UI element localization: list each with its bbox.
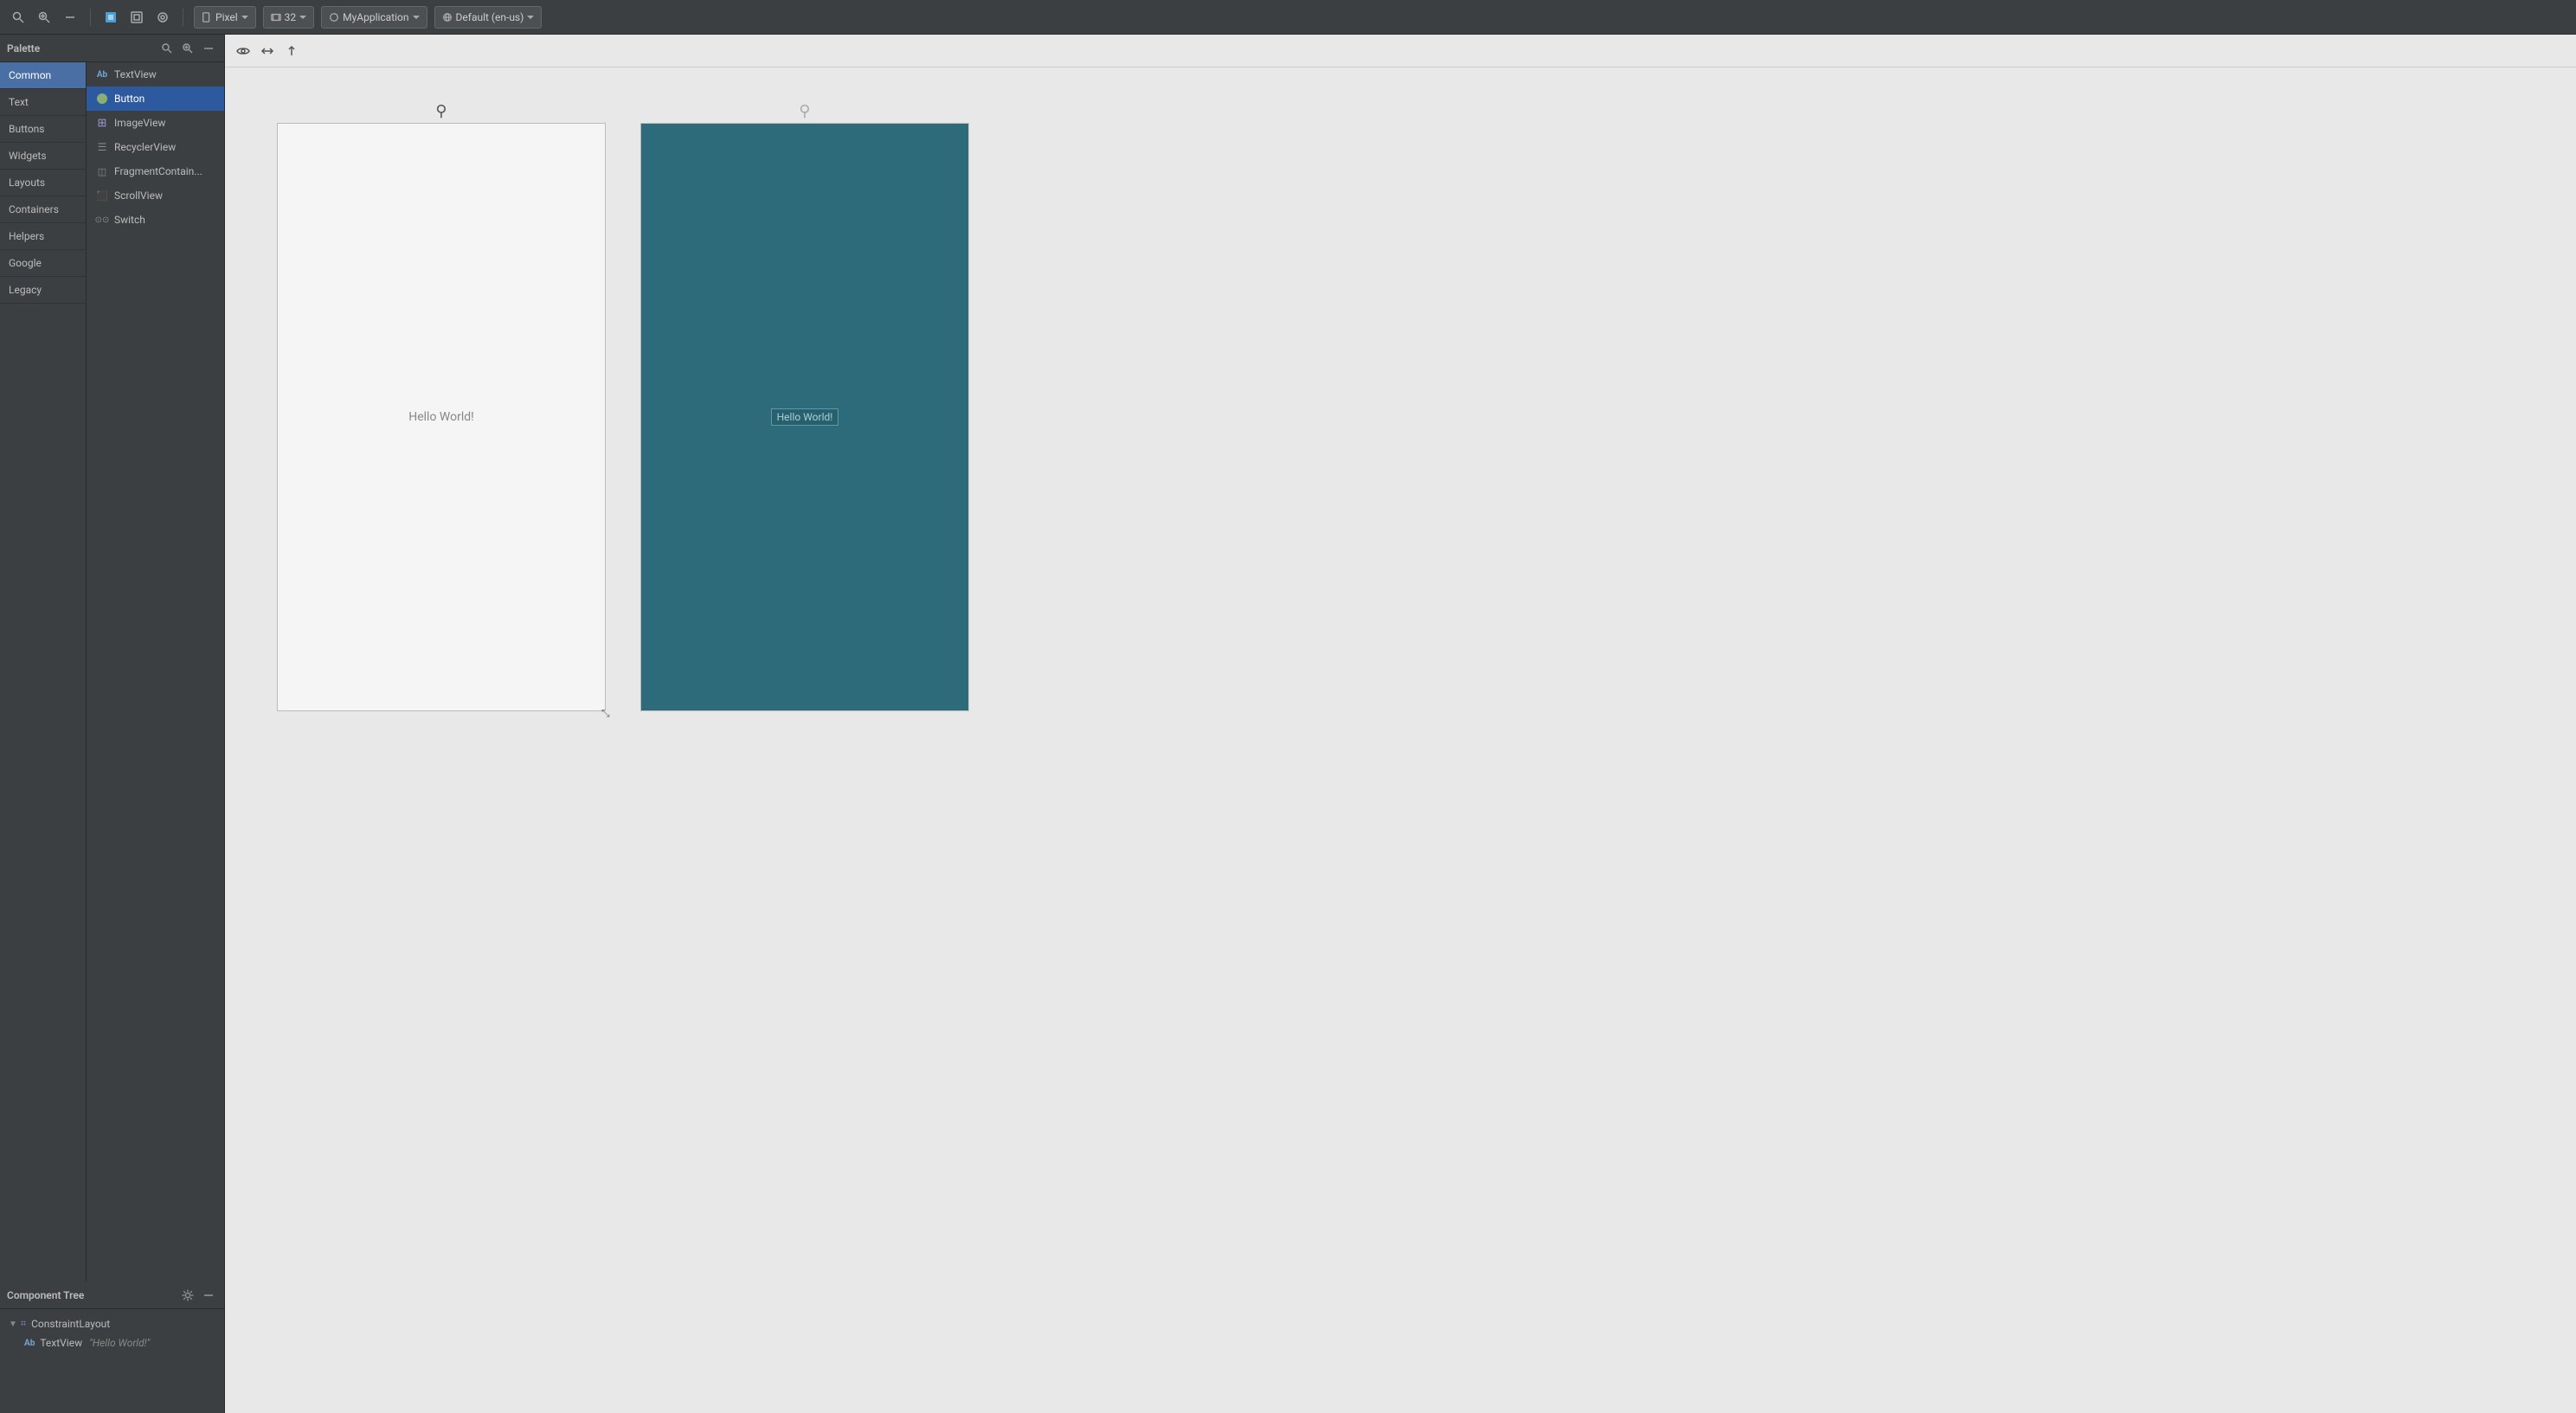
component-tree-settings-icon[interactable]	[179, 1287, 196, 1304]
widget-textview[interactable]: Ab TextView	[87, 62, 224, 87]
component-tree-content: ▼ ⌗ ConstraintLayout Ab TextView "Hello …	[0, 1309, 224, 1413]
textview-tree-icon: Ab	[24, 1339, 35, 1348]
component-tree-panel: Component Tree ▼ ⌗	[0, 1281, 224, 1413]
dark-hello-world: Hello World!	[771, 408, 839, 426]
category-widgets[interactable]: Widgets	[0, 143, 86, 170]
size-dropdown[interactable]: 32	[263, 6, 315, 29]
canvas-viewport[interactable]: ⚲ Hello World! ⤡ ⚲ Hello World!	[225, 67, 2576, 1413]
design-toolbar	[225, 35, 2576, 67]
category-containers[interactable]: Containers	[0, 196, 86, 223]
component-tree-title: Component Tree	[7, 1289, 176, 1301]
widget-switch[interactable]: ⊙⊙ Switch	[87, 208, 224, 232]
category-legacy[interactable]: Legacy	[0, 277, 86, 304]
component-tree-header: Component Tree	[0, 1281, 224, 1309]
tree-constraint-layout[interactable]: ▼ ⌗ ConstraintLayout	[0, 1314, 224, 1333]
resize-handle[interactable]: ⤡	[601, 707, 612, 717]
canvas-area: ⚲ Hello World! ⤡ ⚲ Hello World!	[225, 35, 2576, 1413]
minus-icon[interactable]	[61, 8, 80, 27]
palette-zoom-icon[interactable]	[179, 40, 196, 57]
light-phone-preview: ⚲ Hello World! ⤡	[277, 102, 606, 711]
palette-content: Common Text Buttons Widgets Layouts Cont…	[0, 62, 224, 1281]
textview-value: "Hello World!"	[89, 1337, 150, 1349]
textview-icon: Ab	[95, 67, 109, 81]
palette-sidebar: Palette	[0, 35, 225, 1413]
light-hello-world: Hello World!	[408, 410, 474, 424]
category-buttons[interactable]: Buttons	[0, 116, 86, 143]
switch-icon: ⊙⊙	[95, 213, 109, 227]
eye-icon[interactable]	[234, 42, 253, 61]
fragmentcontainer-icon: ◫	[95, 164, 109, 178]
arrow-up-icon[interactable]	[282, 42, 301, 61]
component-tree-collapse-icon[interactable]	[200, 1287, 217, 1304]
button-icon	[95, 92, 109, 106]
tree-textview[interactable]: Ab TextView "Hello World!"	[0, 1333, 224, 1352]
category-google[interactable]: Google	[0, 250, 86, 277]
app-dropdown[interactable]: MyApplication	[321, 6, 427, 29]
category-list: Common Text Buttons Widgets Layouts Cont…	[0, 62, 87, 1281]
palette-header: Palette	[0, 35, 224, 62]
category-layouts[interactable]: Layouts	[0, 170, 86, 196]
dark-phone-screen[interactable]: Hello World!	[640, 123, 969, 711]
category-text[interactable]: Text	[0, 89, 86, 116]
locale-dropdown[interactable]: Default (en-us)	[434, 6, 543, 29]
palette-search-icon[interactable]	[158, 40, 176, 57]
recyclerview-icon: ☰	[95, 140, 109, 154]
imageview-icon: ⊞	[95, 116, 109, 130]
widget-imageview[interactable]: ⊞ ImageView	[87, 111, 224, 135]
main-layout: Palette	[0, 35, 2576, 1413]
dark-phone-preview: ⚲ Hello World!	[640, 102, 969, 711]
category-common[interactable]: Common	[0, 62, 86, 89]
constraint-layout-icon: ⌗	[21, 1318, 26, 1330]
tree-expand-arrow: ▼	[9, 1320, 17, 1329]
zoom-in-icon[interactable]	[35, 8, 54, 27]
pixel-dropdown[interactable]: Pixel	[194, 6, 256, 29]
scrollview-icon: ⬛	[95, 189, 109, 202]
dark-phone-pin: ⚲	[799, 102, 811, 119]
widget-fragmentcontainer[interactable]: ◫ FragmentContain...	[87, 159, 224, 183]
light-phone-screen[interactable]: Hello World! ⤡	[277, 123, 606, 711]
widget-scrollview[interactable]: ⬛ ScrollView	[87, 183, 224, 208]
separator-1	[90, 9, 91, 26]
category-helpers[interactable]: Helpers	[0, 223, 86, 250]
design-mode-icon[interactable]	[101, 8, 120, 27]
widget-list: Ab TextView Button ⊞ ImageView ☰	[87, 62, 224, 1281]
palette-collapse-icon[interactable]	[200, 40, 217, 57]
split-mode-icon[interactable]	[153, 8, 172, 27]
light-phone-pin: ⚲	[435, 102, 447, 119]
widget-button[interactable]: Button	[87, 87, 224, 111]
main-toolbar: Pixel 32 MyApplication Default (en-us)	[0, 0, 2576, 35]
blueprint-mode-icon[interactable]	[127, 8, 146, 27]
palette-title: Palette	[7, 42, 155, 55]
widget-recyclerview[interactable]: ☰ RecyclerView	[87, 135, 224, 159]
horizontal-arrows-icon[interactable]	[258, 42, 277, 61]
search-icon[interactable]	[9, 8, 28, 27]
